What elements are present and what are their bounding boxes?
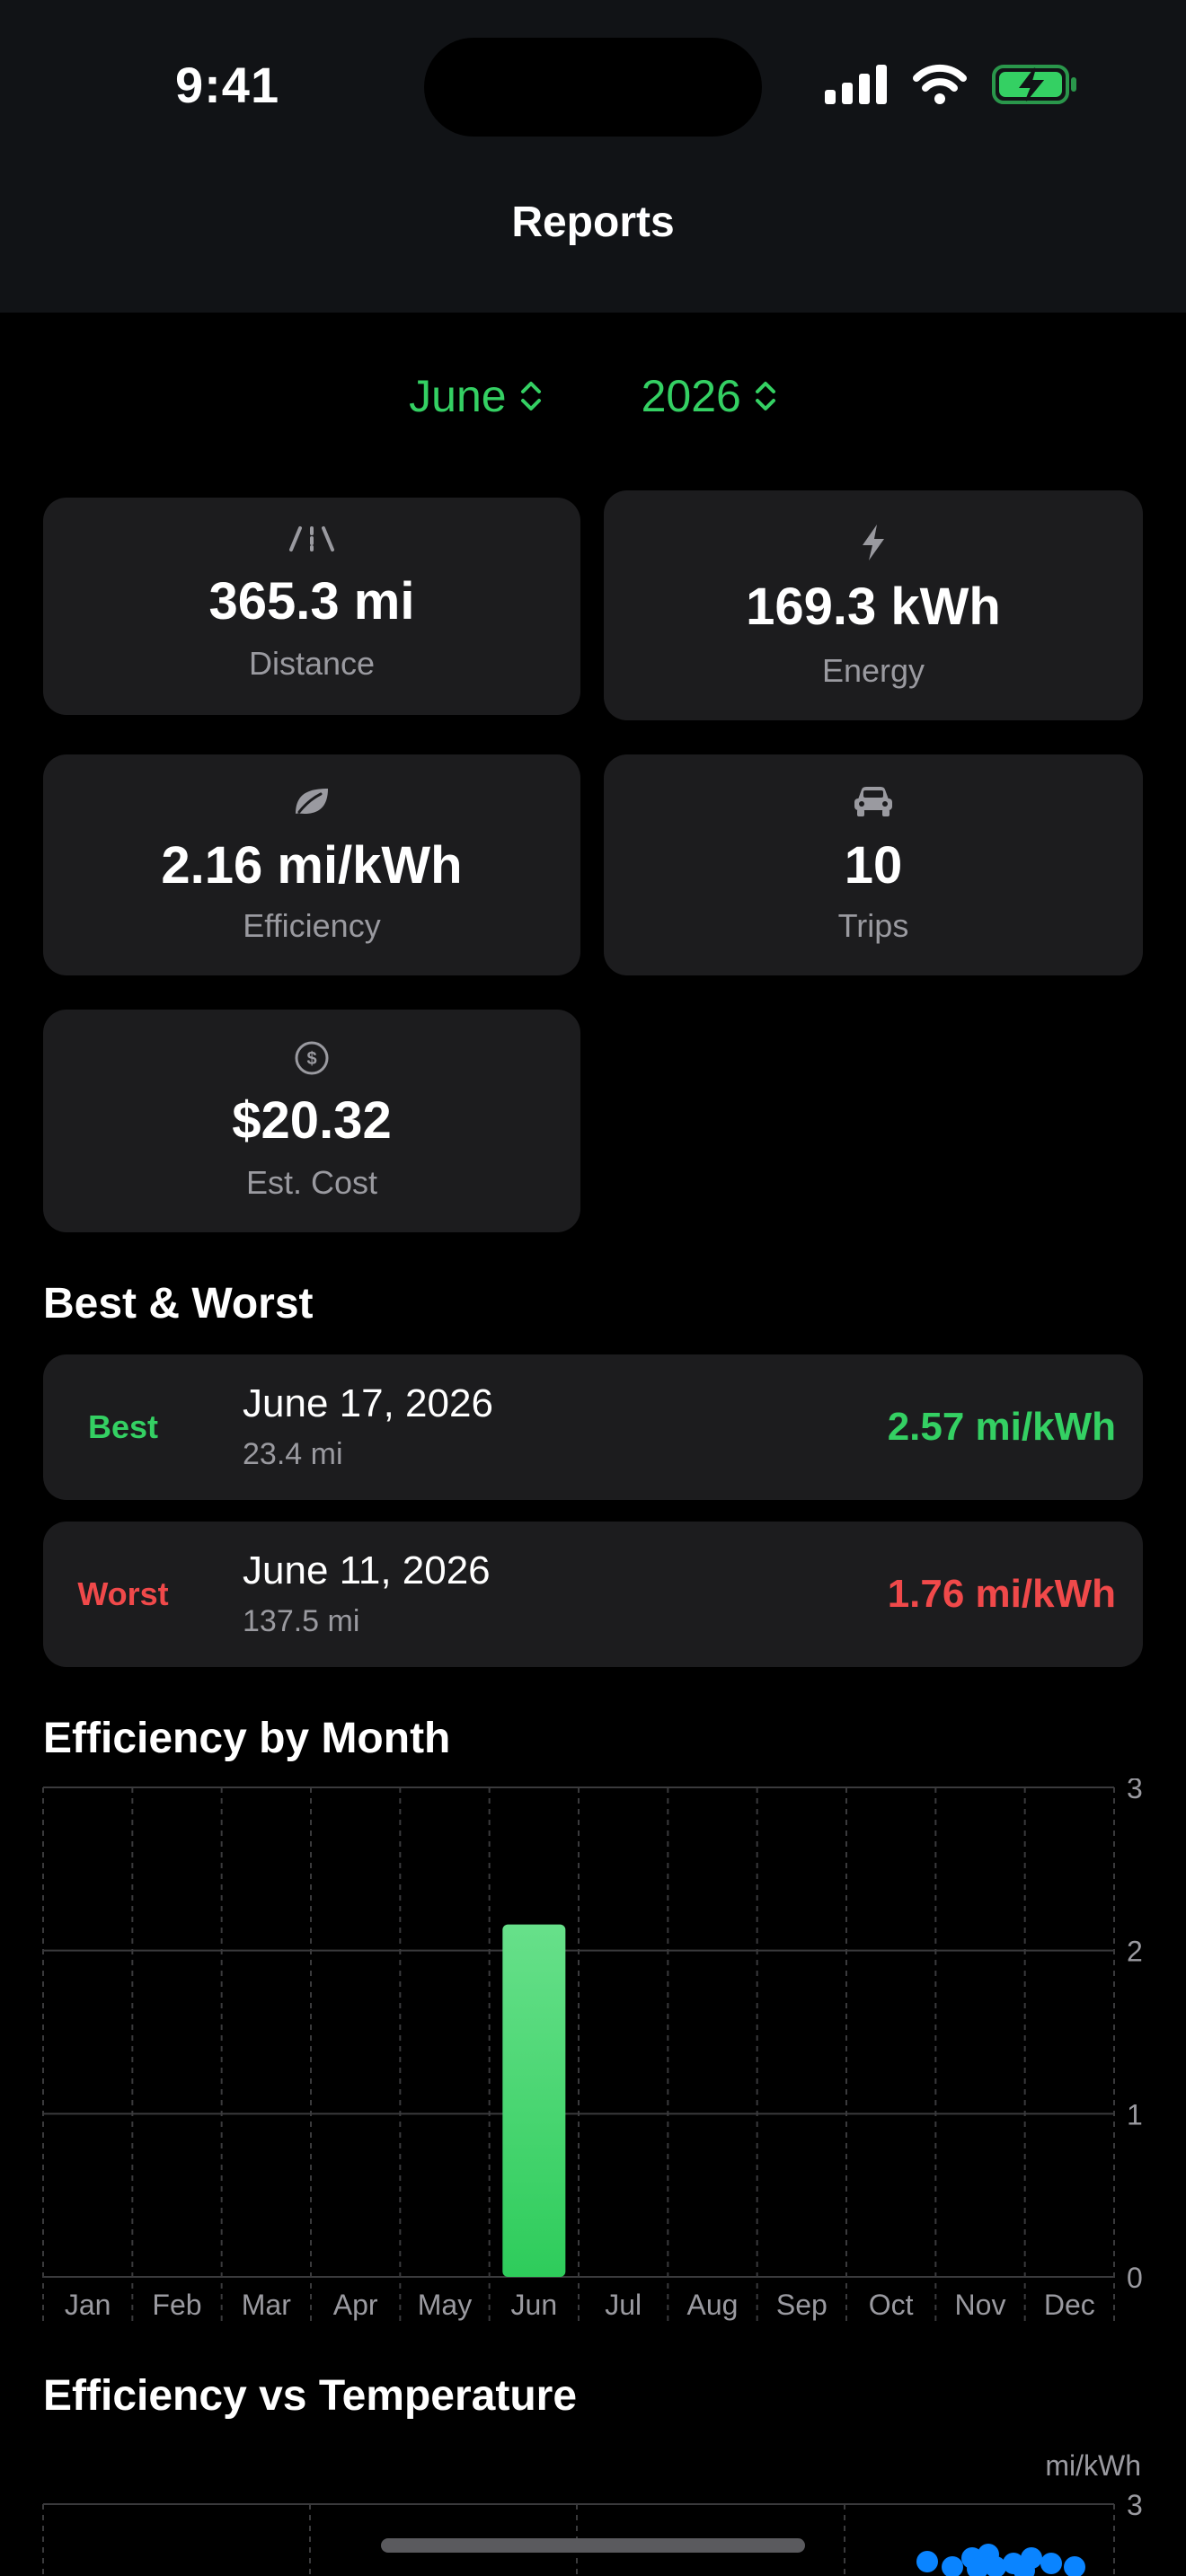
worst-tag: Worst xyxy=(77,1575,169,1612)
efficiency-label: Efficiency xyxy=(243,907,381,944)
x-tick-label: Mar xyxy=(242,2289,291,2321)
y-tick-label: 2 xyxy=(1127,1936,1143,1968)
dollar-circle-icon: $ xyxy=(295,1041,329,1075)
efficiency-vs-temperature-chart: mi/kWh 3 xyxy=(42,2449,1143,2576)
dynamic-island xyxy=(424,38,762,137)
energy-label: Energy xyxy=(821,652,925,689)
worst-trip-row[interactable]: Worst June 11, 2026 137.5 mi 1.76 mi/kWh xyxy=(43,1522,1143,1667)
car-icon xyxy=(854,787,892,816)
efficiency-value: 2.16 mi/kWh xyxy=(161,836,463,895)
best-efficiency: 2.57 mi/kWh xyxy=(887,1405,1116,1449)
x-tick-label: Dec xyxy=(1044,2289,1095,2321)
chevron-up-down-icon xyxy=(755,382,775,410)
year-picker-label: 2026 xyxy=(641,371,741,421)
cellular-signal-icon xyxy=(825,65,887,104)
efficiency-card: 2.16 mi/kWh Efficiency xyxy=(43,754,580,975)
x-tick-label: Aug xyxy=(687,2289,739,2321)
scatter-point[interactable] xyxy=(916,2551,938,2572)
x-tick-label: Apr xyxy=(333,2289,378,2321)
distance-label: Distance xyxy=(248,645,376,682)
x-tick-label: Nov xyxy=(955,2289,1006,2321)
x-tick-label: Jul xyxy=(605,2289,642,2321)
home-indicator[interactable] xyxy=(381,2538,805,2553)
cost-card: $ $20.32 Est. Cost xyxy=(43,1010,580,1232)
worst-efficiency: 1.76 mi/kWh xyxy=(887,1572,1116,1616)
energy-card: 169.3 kWh Energy xyxy=(604,490,1143,720)
efficiency-by-month-title: Efficiency by Month xyxy=(43,1715,451,1762)
y-tick-label: 3 xyxy=(1127,2489,1143,2521)
trips-card: 10 Trips xyxy=(604,754,1143,975)
efficiency-vs-temperature-title: Efficiency vs Temperature xyxy=(43,2372,578,2420)
cost-value: $20.32 xyxy=(232,1091,392,1150)
status-icons xyxy=(825,63,1078,106)
battery-charging-icon xyxy=(992,65,1076,104)
bolt-icon xyxy=(863,525,884,560)
y-tick-label: 0 xyxy=(1127,2262,1143,2294)
period-pickers: June 2026 xyxy=(0,370,1186,422)
best-distance: 23.4 mi xyxy=(243,1437,343,1471)
svg-text:$: $ xyxy=(306,1049,316,1069)
distance-value: 365.3 mi xyxy=(208,572,415,631)
wifi-icon xyxy=(913,64,967,104)
bar-jun[interactable] xyxy=(502,1924,566,2277)
scatter-point[interactable] xyxy=(1064,2556,1085,2576)
best-trip-row[interactable]: Best June 17, 2026 23.4 mi 2.57 mi/kWh xyxy=(43,1354,1143,1500)
leaf-icon xyxy=(296,789,328,814)
x-tick-label: Feb xyxy=(152,2289,201,2321)
x-tick-label: Jan xyxy=(65,2289,111,2321)
distance-card: 365.3 mi Distance xyxy=(43,498,580,715)
month-picker-label: June xyxy=(409,371,507,421)
scatter-point[interactable] xyxy=(942,2556,963,2576)
cost-label: Est. Cost xyxy=(245,1164,378,1201)
best-date: June 17, 2026 xyxy=(243,1381,493,1425)
page-title: Reports xyxy=(511,198,675,246)
y-tick-label: 1 xyxy=(1127,2098,1143,2130)
best-tag: Best xyxy=(87,1408,159,1445)
status-time: 9:41 xyxy=(175,57,280,113)
x-tick-label: Sep xyxy=(776,2289,828,2321)
energy-value: 169.3 kWh xyxy=(746,578,1001,636)
trips-label: Trips xyxy=(837,907,909,944)
worst-distance: 137.5 mi xyxy=(243,1604,360,1638)
best-worst-title: Best & Worst xyxy=(43,1280,314,1328)
road-icon xyxy=(289,526,334,551)
x-tick-label: Jun xyxy=(511,2289,558,2321)
y-tick-label: 3 xyxy=(1127,1778,1143,1804)
y-axis-unit-label: mi/kWh xyxy=(1045,2449,1141,2482)
chevron-up-down-icon xyxy=(520,382,541,410)
worst-date: June 11, 2026 xyxy=(243,1548,491,1592)
year-picker[interactable]: 2026 xyxy=(642,370,777,422)
efficiency-by-month-chart: 0 1 2 3 Jan Feb Mar Apr May Jun Jul Aug Sep Oct Nov Dec xyxy=(42,1778,1143,2322)
trips-value: 10 xyxy=(844,836,903,895)
x-tick-label: May xyxy=(418,2289,472,2321)
x-tick-label: Oct xyxy=(869,2289,914,2321)
scatter-point[interactable] xyxy=(1040,2553,1062,2574)
month-picker[interactable]: June xyxy=(409,370,542,422)
